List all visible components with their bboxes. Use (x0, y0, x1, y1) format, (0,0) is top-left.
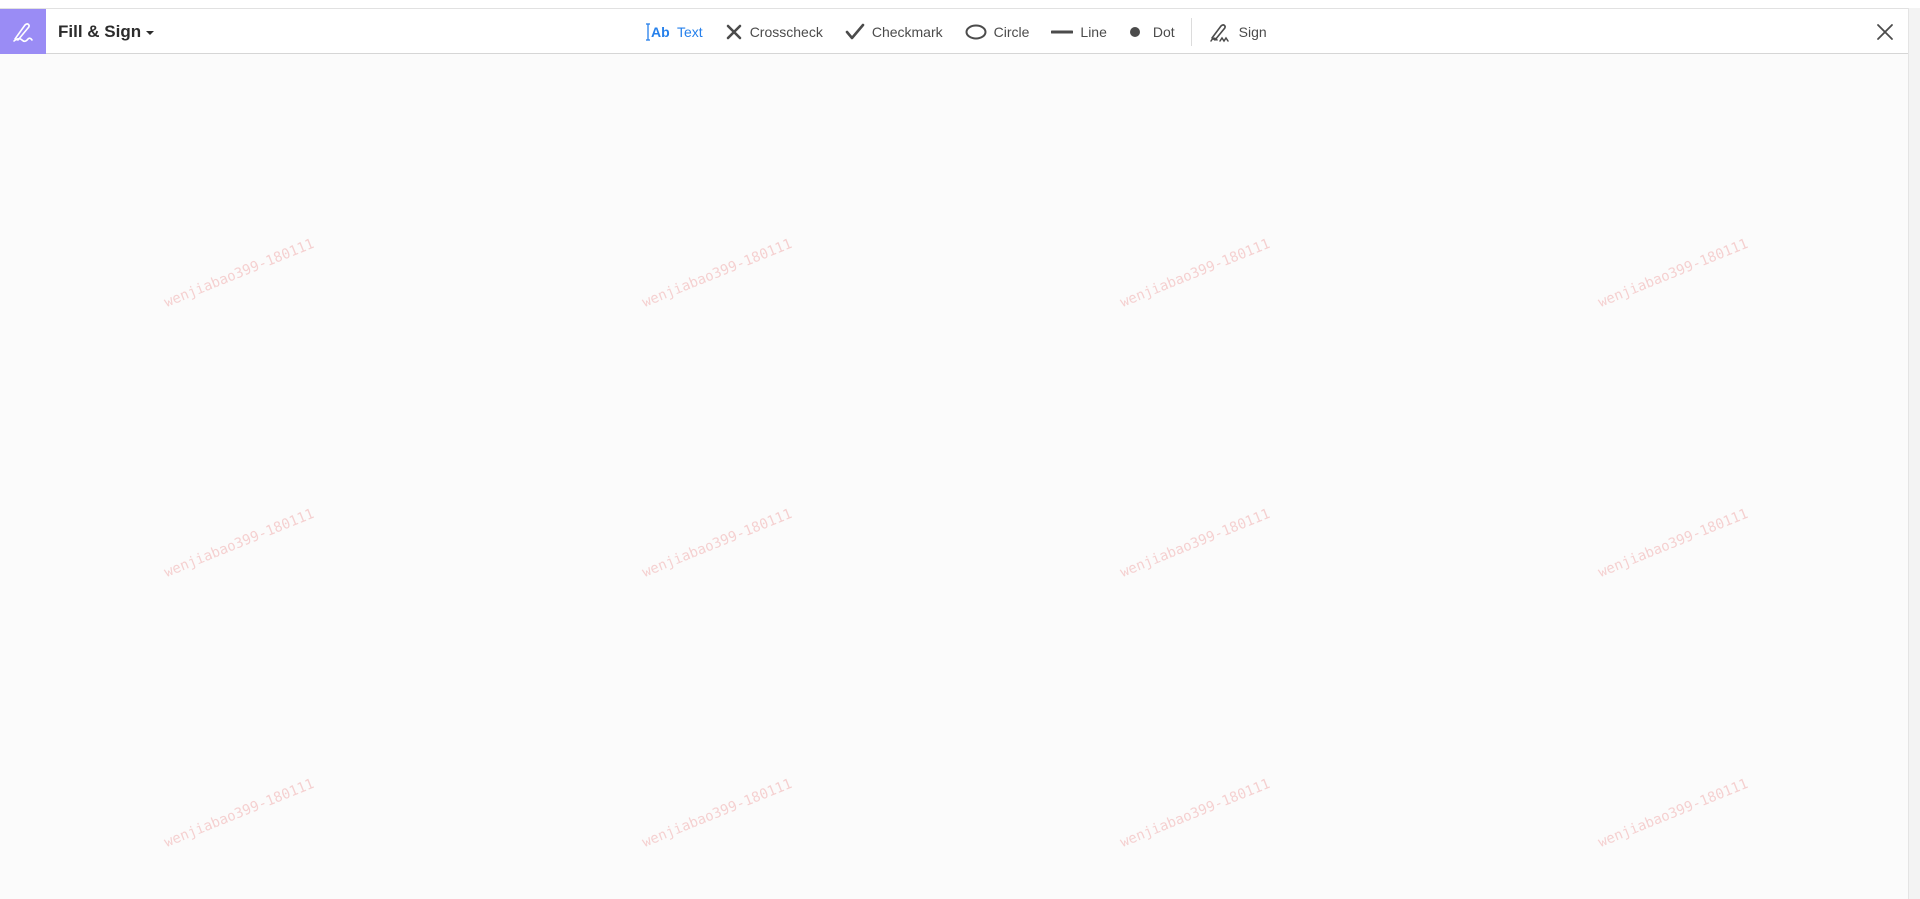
tool-dot-label: Dot (1152, 23, 1175, 40)
line-icon (1051, 27, 1074, 37)
watermark-text: wenjiabao399-180111 (162, 776, 317, 851)
fill-sign-menu[interactable]: Fill & Sign (58, 9, 155, 54)
tool-crosscheck-label: Crosscheck (749, 23, 823, 40)
tool-sign-label: Sign (1238, 23, 1267, 40)
app-title: Fill & Sign (58, 21, 142, 41)
text-tool-icon: Ab (646, 22, 670, 42)
tool-line-button[interactable]: Line (1051, 9, 1107, 54)
close-icon (1877, 24, 1893, 40)
chevron-down-icon (146, 30, 155, 35)
dot-icon (1129, 26, 1141, 38)
tool-line-label: Line (1080, 23, 1107, 40)
tool-dot-button[interactable]: Dot (1129, 9, 1175, 54)
watermark-text: wenjiabao399-180111 (1118, 776, 1273, 851)
watermark-text: wenjiabao399-180111 (1596, 506, 1751, 581)
fill-sign-app-icon[interactable] (0, 9, 46, 54)
tool-text-label: Text (677, 23, 703, 40)
document-canvas[interactable]: wenjiabao399-180111 wenjiabao399-180111 … (0, 54, 1908, 899)
window-top-strip (0, 0, 1920, 8)
cross-icon (725, 23, 743, 41)
tool-circle-label: Circle (993, 23, 1030, 40)
tool-checkmark-label: Checkmark (871, 23, 943, 40)
svg-text:Ab: Ab (651, 24, 670, 40)
watermark-text: wenjiabao399-180111 (640, 236, 795, 311)
watermark-text: wenjiabao399-180111 (640, 776, 795, 851)
tool-crosscheck-button[interactable]: Crosscheck (725, 9, 823, 54)
tool-checkmark-button[interactable]: Checkmark (845, 9, 943, 54)
tool-circle-button[interactable]: Circle (965, 9, 1030, 54)
circle-icon (965, 24, 987, 40)
pen-signature-icon (13, 22, 33, 42)
watermark-text: wenjiabao399-180111 (1596, 776, 1751, 851)
toolbar-divider (1190, 17, 1192, 46)
watermark-text: wenjiabao399-180111 (162, 236, 317, 311)
tool-group: Ab Text Crosscheck Checkmark Circle Line… (646, 9, 1289, 54)
watermark-text: wenjiabao399-180111 (1596, 236, 1751, 311)
fill-sign-toolbar: Fill & Sign Ab Text Crosscheck Checkmark… (0, 8, 1908, 54)
checkmark-icon (845, 23, 865, 41)
close-toolbar-button[interactable] (1872, 19, 1898, 45)
watermark-text: wenjiabao399-180111 (1118, 506, 1273, 581)
vertical-scrollbar[interactable] (1908, 8, 1920, 899)
tool-text-button[interactable]: Ab Text (646, 9, 703, 54)
tool-sign-button[interactable]: Sign (1208, 9, 1267, 54)
watermark-text: wenjiabao399-180111 (162, 506, 317, 581)
sign-pen-icon (1208, 21, 1232, 43)
watermark-text: wenjiabao399-180111 (640, 506, 795, 581)
watermark-text: wenjiabao399-180111 (1118, 236, 1273, 311)
